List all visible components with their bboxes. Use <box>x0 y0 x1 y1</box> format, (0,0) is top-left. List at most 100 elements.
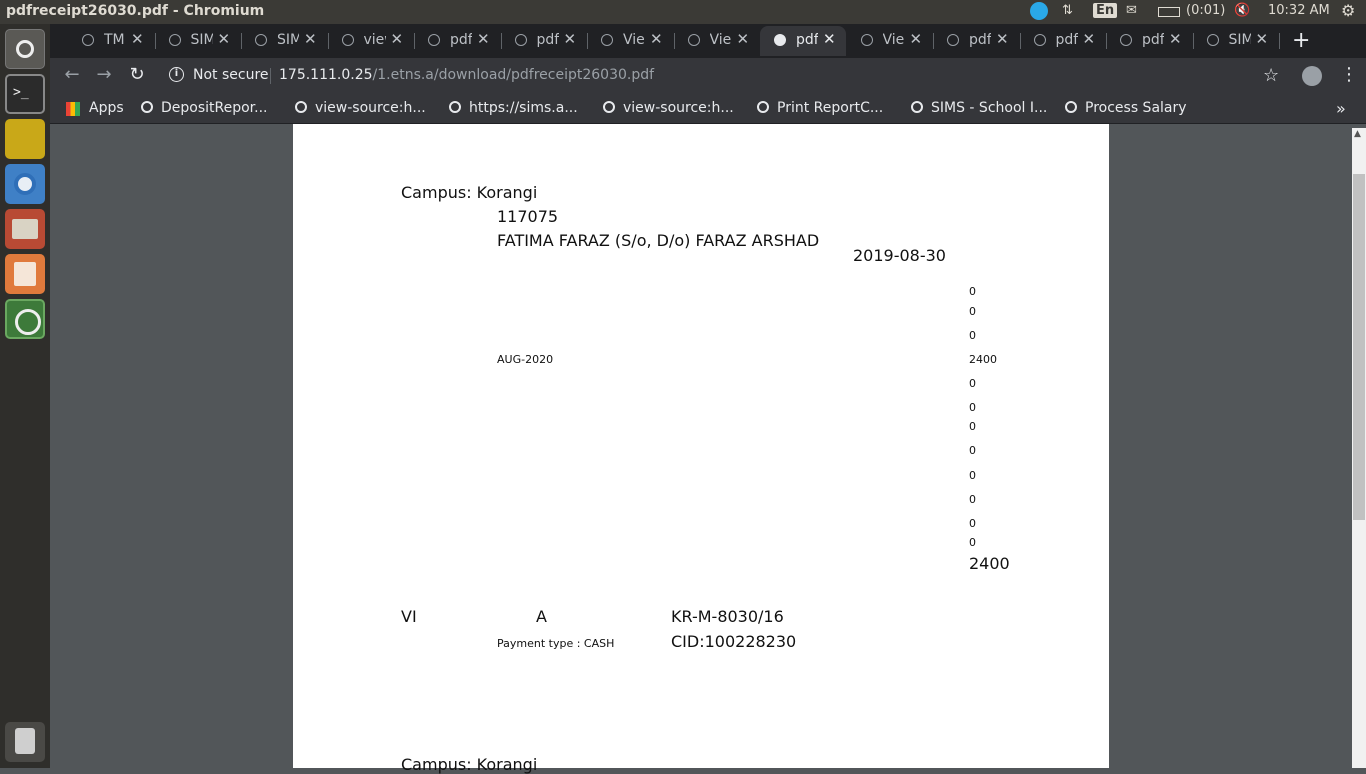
close-icon[interactable]: ✕ <box>1256 30 1269 48</box>
fee-amount: 0 <box>969 536 976 549</box>
close-icon[interactable]: ✕ <box>1169 30 1182 48</box>
star-icon[interactable]: ☆ <box>1263 65 1279 86</box>
profile-avatar[interactable] <box>1302 66 1322 86</box>
bookmarks-overflow-icon[interactable]: » <box>1336 99 1346 118</box>
gear-icon[interactable]: ⚙ <box>1341 1 1355 20</box>
scroll-up-icon[interactable]: ▲ <box>1354 129 1361 139</box>
cid-label: CID:100228230 <box>671 632 797 651</box>
fee-amount: 0 <box>969 329 976 342</box>
close-icon[interactable]: ✕ <box>564 30 577 48</box>
software-updater-icon[interactable] <box>5 299 45 339</box>
globe-icon <box>911 101 923 113</box>
tab-label: view <box>363 32 386 48</box>
tab[interactable]: pdf ✕ <box>1020 26 1106 56</box>
tab[interactable]: pdf ✕ <box>501 26 587 56</box>
tab[interactable]: SIM ✕ <box>155 26 241 56</box>
tab[interactable]: TM ✕ <box>68 26 154 56</box>
close-icon[interactable]: ✕ <box>391 30 404 48</box>
fee-amount: 0 <box>969 305 976 318</box>
close-icon[interactable]: ✕ <box>910 30 923 48</box>
battery-icon[interactable] <box>1158 7 1180 17</box>
clock[interactable]: 10:32 AM <box>1268 3 1330 18</box>
fee-amount: 0 <box>969 444 976 457</box>
tab[interactable]: SIM ✕ <box>241 26 327 56</box>
close-icon[interactable]: ✕ <box>218 30 231 48</box>
window-title: pdfreceipt26030.pdf - Chromium <box>6 3 265 19</box>
fee-amount: 0 <box>969 401 976 414</box>
forward-button[interactable]: → <box>92 64 116 85</box>
bookmark-sims[interactable]: https://sims.a... <box>449 100 578 116</box>
globe-icon <box>341 34 354 46</box>
close-icon[interactable]: ✕ <box>304 30 317 48</box>
new-tab-button[interactable]: + <box>1292 28 1310 53</box>
security-status[interactable]: Not secure <box>193 67 269 83</box>
tab[interactable]: Vie ✕ <box>847 26 933 56</box>
bookmark-depositreport[interactable]: DepositRepor... <box>141 100 268 116</box>
network-icon[interactable]: ⇅ <box>1062 3 1073 18</box>
omnibox-divider <box>270 68 271 84</box>
bookmark-sims-school[interactable]: SIMS - School I... <box>911 100 1047 116</box>
tab-label: pdf <box>1142 32 1164 48</box>
class-label: VI <box>401 607 417 626</box>
terminal-icon[interactable]: >_ <box>5 74 45 114</box>
close-icon[interactable]: ✕ <box>477 30 490 48</box>
fee-month: AUG-2020 <box>497 353 554 366</box>
receipt-date: 2019-08-30 <box>853 246 946 265</box>
globe-icon <box>947 34 959 46</box>
tab-label: SIM <box>190 32 213 48</box>
bookmark-view-source-2[interactable]: view-source:h... <box>603 100 734 116</box>
fee-amount: 0 <box>969 285 976 298</box>
tab[interactable]: SIM ✕ <box>1193 26 1279 56</box>
teapot-icon[interactable] <box>5 119 45 159</box>
back-button[interactable]: ← <box>60 64 84 85</box>
globe-icon <box>687 34 700 46</box>
trash-icon[interactable] <box>5 722 45 762</box>
info-icon[interactable]: i <box>169 67 184 82</box>
fee-amount: 0 <box>969 517 976 530</box>
bookmark-apps[interactable]: Apps <box>89 100 124 116</box>
tab[interactable]: pdf ✕ <box>933 26 1019 56</box>
close-icon[interactable]: ✕ <box>131 30 144 48</box>
globe-icon <box>757 101 769 113</box>
tab[interactable]: Vie ✕ <box>587 26 673 56</box>
fee-amount: 0 <box>969 377 976 390</box>
tab[interactable]: view ✕ <box>328 26 414 56</box>
bookmark-process-salary[interactable]: Process Salary <box>1065 100 1187 116</box>
tab-label: TM <box>104 32 125 48</box>
globe-icon <box>141 101 153 113</box>
top-panel: pdfreceipt26030.pdf - Chromium ⇅ En ✉ (0… <box>0 0 1366 24</box>
dash-home-icon[interactable] <box>5 29 45 69</box>
url-host: 175.111.0.25 <box>279 67 373 83</box>
close-icon[interactable]: ✕ <box>737 30 750 48</box>
volume-mute-icon[interactable]: 🔇 <box>1234 3 1250 18</box>
close-icon[interactable]: ✕ <box>823 30 836 48</box>
document-viewer-icon[interactable] <box>5 254 45 294</box>
close-icon[interactable]: ✕ <box>1083 30 1096 48</box>
mail-icon[interactable]: ✉ <box>1126 3 1137 18</box>
tab[interactable]: pdf ✕ <box>1106 26 1192 56</box>
bookmark-print-report[interactable]: Print ReportC... <box>757 100 883 116</box>
tab[interactable]: Vie ✕ <box>674 26 760 56</box>
menu-icon[interactable]: ⋮ <box>1340 64 1358 85</box>
bookmark-view-source-1[interactable]: view-source:h... <box>295 100 426 116</box>
tab-label: pdf <box>969 32 991 48</box>
battery-time[interactable]: (0:01) <box>1186 3 1225 18</box>
chromium-icon[interactable] <box>5 164 45 204</box>
globe-icon <box>295 101 307 113</box>
url-text[interactable]: 175.111.0.25/1.etns.a/download/pdfreceip… <box>279 67 654 83</box>
globe-icon <box>601 34 613 46</box>
close-icon[interactable]: ✕ <box>996 30 1009 48</box>
tab[interactable]: pdf ✕ <box>760 26 846 56</box>
tab[interactable]: pdf ✕ <box>414 26 500 56</box>
files-icon[interactable] <box>5 209 45 249</box>
scrollbar-thumb[interactable] <box>1353 174 1365 520</box>
fee-amount: 0 <box>969 420 976 433</box>
skype-icon[interactable] <box>1030 2 1048 20</box>
keyboard-lang-indicator[interactable]: En <box>1093 3 1118 18</box>
reload-button[interactable]: ↻ <box>125 64 149 85</box>
fee-amount: 0 <box>969 493 976 506</box>
close-icon[interactable]: ✕ <box>650 30 663 48</box>
tab-label: Vie <box>882 32 905 48</box>
section-label: A <box>536 607 547 626</box>
apps-icon[interactable] <box>66 102 80 116</box>
